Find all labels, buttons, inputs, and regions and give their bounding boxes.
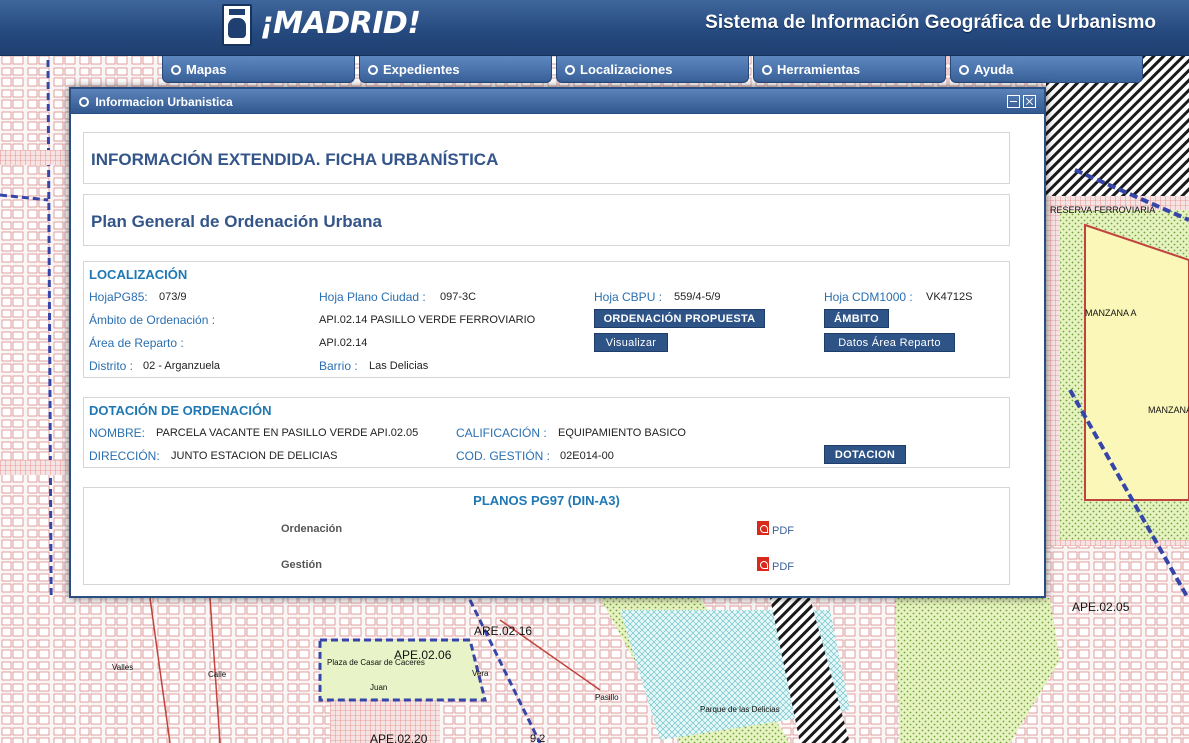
ambito-label: Ámbito de Ordenación :	[89, 313, 216, 327]
map-label-manzana-a: MANZANA A	[1085, 308, 1137, 318]
menu-tab-label: Ayuda	[974, 62, 1014, 77]
planos-title: PLANOS PG97 (DIN-A3)	[473, 493, 620, 508]
map-label-ape-0220: APE.02.20	[370, 732, 428, 743]
radio-icon	[762, 65, 772, 75]
close-icon[interactable]	[1023, 95, 1036, 108]
map-label-parque: Parque de las Delicias	[700, 705, 780, 714]
menu-tab-label: Mapas	[186, 62, 227, 77]
heading-box: INFORMACIÓN EXTENDIDA. FICHA URBANÍSTICA	[83, 132, 1010, 184]
distrito-label: Distrito :	[89, 359, 134, 373]
pdf-link-label: PDF	[772, 525, 794, 537]
window-titlebar[interactable]: Informacion Urbanistica	[71, 89, 1044, 114]
area-reparto-label: Área de Reparto :	[89, 336, 184, 350]
direccion-label: DIRECCIÓN:	[89, 449, 160, 463]
subheading-box: Plan General de Ordenación Urbana	[83, 194, 1010, 246]
pdf-link-label: PDF	[772, 561, 794, 573]
dotacion-button[interactable]: DOTACION	[824, 445, 906, 464]
area-reparto-value: API.02.14	[319, 337, 368, 349]
cod-gestion-label: COD. GESTIÓN :	[456, 449, 551, 463]
plano-ordenacion-label: Ordenación	[281, 523, 343, 535]
ambito-value: API.02.14 PASILLO VERDE FERROVIARIO	[319, 314, 536, 326]
hoja-cbpu-label: Hoja CBPU :	[594, 290, 663, 304]
map-label-manzana-b: MANZANA	[1148, 405, 1189, 415]
barrio-label: Barrio :	[319, 359, 358, 373]
map-label-92: 9.2	[530, 733, 545, 743]
direccion-value: JUNTO ESTACION DE DELICIAS	[171, 450, 338, 462]
window-title: Informacion Urbanistica	[95, 95, 233, 109]
calificacion-value: EQUIPAMIENTO BASICO	[558, 427, 686, 439]
app-header: ¡MADRID! Sistema de Información Geográfi…	[0, 0, 1189, 56]
map-label-juan: Juan	[370, 683, 387, 692]
radio-icon	[171, 65, 181, 75]
hojapg85-label: HojaPG85:	[89, 290, 148, 304]
radio-icon	[959, 65, 969, 75]
map-label-reserva: RESERVA FERROVIARIA	[1050, 205, 1155, 215]
distrito-value: 02 - Arganzuela	[143, 360, 221, 372]
datos-area-reparto-button[interactable]: Datos Área Reparto	[824, 333, 955, 352]
madrid-logo: ¡MADRID!	[260, 6, 421, 41]
visualizar-button[interactable]: Visualizar	[594, 333, 668, 352]
page-title: INFORMACIÓN EXTENDIDA. FICHA URBANÍSTICA	[91, 150, 499, 169]
menu-tab-label: Herramientas	[777, 62, 861, 77]
ordenacion-propuesta-button[interactable]: ORDENACIÓN PROPUESTA	[594, 309, 765, 328]
pdf-icon	[757, 521, 769, 535]
radio-icon	[368, 65, 378, 75]
ambito-button[interactable]: ÁMBITO	[824, 309, 889, 328]
minimize-icon[interactable]	[1007, 95, 1020, 108]
map-label-vera: Vera	[472, 669, 489, 678]
menu-tab-herramientas[interactable]: Herramientas	[753, 56, 946, 83]
menu-tab-ayuda[interactable]: Ayuda	[950, 56, 1143, 83]
hoja-cdm-label: Hoja CDM1000 :	[824, 290, 913, 304]
map-label-plaza: Plaza de Casar de Caceres	[327, 658, 425, 667]
calificacion-label: CALIFICACIÓN :	[456, 426, 547, 440]
radio-icon	[79, 97, 89, 107]
plano-gestion-label: Gestión	[281, 559, 322, 571]
planos-section: PLANOS PG97 (DIN-A3) Ordenación PDF Gest…	[83, 487, 1010, 585]
hoja-plano-value: 097-3C	[440, 291, 477, 303]
map-label-ape-0205: APE.02.05	[1072, 600, 1130, 614]
dotacion-title: DOTACIÓN DE ORDENACIÓN	[89, 403, 272, 418]
nombre-label: NOMBRE:	[89, 426, 146, 440]
plano-gestion-pdf-link[interactable]: PDF	[757, 557, 794, 573]
hoja-plano-label: Hoja Plano Ciudad :	[319, 290, 426, 304]
plano-ordenacion-pdf-link[interactable]: PDF	[757, 521, 794, 537]
barrio-value: Las Delicias	[369, 360, 429, 372]
app-title: Sistema de Información Geográfica de Urb…	[705, 12, 1156, 33]
hoja-cdm-value: VK4712S	[926, 291, 973, 303]
menu-tab-expedientes[interactable]: Expedientes	[359, 56, 552, 83]
map-label-vallas: Valles	[112, 663, 133, 672]
localizacion-section: LOCALIZACIÓN HojaPG85: 073/9 Hoja Plano …	[83, 261, 1010, 378]
dotacion-section: DOTACIÓN DE ORDENACIÓN NOMBRE: PARCELA V…	[83, 397, 1010, 468]
nombre-value: PARCELA VACANTE EN PASILLO VERDE API.02.…	[156, 427, 419, 439]
madrid-coat-of-arms-icon	[222, 4, 252, 46]
plan-title: Plan General de Ordenación Urbana	[91, 212, 382, 231]
hoja-cbpu-value: 559/4-5/9	[674, 291, 721, 303]
menu-tab-label: Localizaciones	[580, 62, 673, 77]
map-label-pasillo: Pasillo	[595, 693, 619, 702]
cod-gestion-value: 02E014-00	[560, 450, 614, 462]
menu-tab-localizaciones[interactable]: Localizaciones	[556, 56, 749, 83]
localizacion-title: LOCALIZACIÓN	[89, 267, 188, 282]
radio-icon	[565, 65, 575, 75]
map-label-calle: Calle	[208, 670, 227, 679]
pdf-icon	[757, 557, 769, 571]
info-urbanistica-window: Informacion Urbanistica INFORMACIÓN EXTE…	[69, 87, 1046, 598]
menu-tab-mapas[interactable]: Mapas	[162, 56, 355, 83]
menu-tab-label: Expedientes	[383, 62, 460, 77]
hojapg85-value: 073/9	[159, 291, 187, 303]
map-label-are-0216: ARE.02.16	[474, 624, 532, 638]
